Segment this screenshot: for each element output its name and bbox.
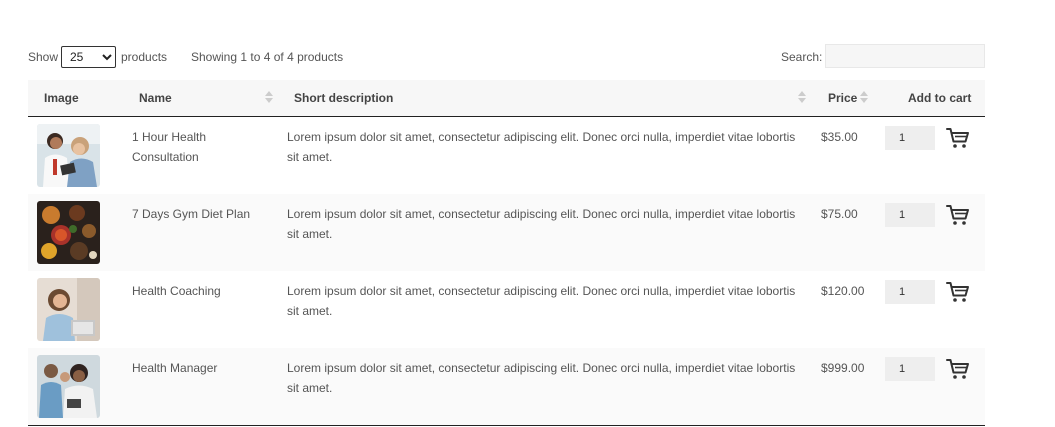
product-thumbnail[interactable] bbox=[37, 278, 100, 341]
header-description[interactable]: Short description bbox=[294, 91, 393, 105]
quantity-input[interactable] bbox=[885, 203, 935, 227]
product-description: Lorem ipsum dolor sit amet, consectetur … bbox=[287, 130, 796, 164]
product-name[interactable]: Health Manager bbox=[132, 358, 262, 378]
cart-icon bbox=[946, 128, 969, 148]
add-to-cart-button[interactable] bbox=[946, 357, 970, 381]
product-name[interactable]: 7 Days Gym Diet Plan bbox=[132, 204, 262, 224]
add-to-cart-button[interactable] bbox=[946, 203, 970, 227]
table-row: 1 Hour Health Consultation Lorem ipsum d… bbox=[28, 117, 985, 194]
table-bottom-border bbox=[28, 425, 985, 426]
header-image: Image bbox=[44, 91, 79, 105]
header-add-to-cart: Add to cart bbox=[908, 91, 972, 105]
table-row: Health Manager Lorem ipsum dolor sit ame… bbox=[28, 348, 985, 425]
sort-icon[interactable] bbox=[798, 89, 806, 105]
search-input[interactable] bbox=[825, 44, 985, 68]
cart-icon bbox=[946, 282, 969, 302]
product-thumbnail[interactable] bbox=[37, 355, 100, 418]
product-price: $120.00 bbox=[821, 284, 865, 298]
doctor-consultation-photo bbox=[37, 124, 100, 187]
product-description: Lorem ipsum dolor sit amet, consectetur … bbox=[287, 207, 796, 241]
table-info: Showing 1 to 4 of 4 products bbox=[191, 50, 344, 64]
table-header: Image Name Short description Price Add t… bbox=[28, 80, 985, 117]
product-price: $35.00 bbox=[821, 130, 858, 144]
product-price: $999.00 bbox=[821, 361, 865, 375]
page-size-select[interactable]: 25 bbox=[61, 46, 116, 68]
header-name[interactable]: Name bbox=[139, 91, 172, 105]
quantity-input[interactable] bbox=[885, 280, 935, 304]
product-description: Lorem ipsum dolor sit amet, consectetur … bbox=[287, 284, 796, 318]
table-row: Health Coaching Lorem ipsum dolor sit am… bbox=[28, 271, 985, 348]
product-thumbnail[interactable] bbox=[37, 124, 100, 187]
product-name[interactable]: Health Coaching bbox=[132, 281, 262, 301]
add-to-cart-button[interactable] bbox=[946, 280, 970, 304]
add-to-cart-button[interactable] bbox=[946, 126, 970, 150]
table-controls: Show 25 products Showing 1 to 4 of 4 pro… bbox=[28, 44, 985, 70]
product-name[interactable]: 1 Hour Health Consultation bbox=[132, 127, 262, 167]
quantity-input[interactable] bbox=[885, 126, 935, 150]
products-table: Image Name Short description Price Add t… bbox=[28, 80, 985, 426]
cart-icon bbox=[946, 205, 969, 225]
sort-icon[interactable] bbox=[265, 89, 273, 105]
header-price[interactable]: Price bbox=[828, 91, 857, 105]
quantity-input[interactable] bbox=[885, 357, 935, 381]
woman-laptop-photo bbox=[37, 278, 100, 341]
products-label: products bbox=[121, 50, 168, 64]
spices-food-photo bbox=[37, 201, 100, 264]
cart-icon bbox=[946, 359, 969, 379]
table-row: 7 Days Gym Diet Plan Lorem ipsum dolor s… bbox=[28, 194, 985, 271]
search-label: Search: bbox=[781, 50, 823, 64]
product-thumbnail[interactable] bbox=[37, 201, 100, 264]
product-description: Lorem ipsum dolor sit amet, consectetur … bbox=[287, 361, 796, 395]
sort-icon[interactable] bbox=[860, 89, 868, 105]
product-price: $75.00 bbox=[821, 207, 858, 221]
medical-team-photo bbox=[37, 355, 100, 418]
show-label: Show bbox=[28, 50, 59, 64]
